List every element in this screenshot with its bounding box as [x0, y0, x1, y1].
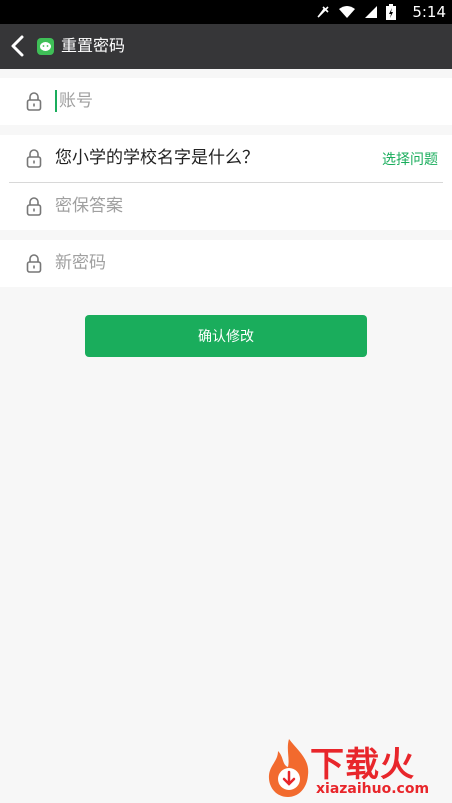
account-input[interactable] [59, 87, 419, 115]
watermark-brand: 下载火 [310, 745, 415, 785]
lock-icon [26, 92, 42, 111]
watermark: 下载火 xiazaihuo.com [264, 737, 450, 801]
flame-logo-icon [268, 739, 309, 797]
answer-row [0, 183, 452, 230]
back-button[interactable] [6, 32, 32, 60]
security-question-text: 您小学的学校名字是什么？ [55, 148, 259, 168]
status-time: 5:14 [412, 3, 446, 21]
page-title: 重置密码 [61, 36, 126, 55]
security-group: 您小学的学校名字是什么？ 选择问题 [0, 135, 452, 230]
chevron-left-icon [11, 35, 24, 57]
account-row [0, 78, 452, 125]
wifi-icon [339, 6, 355, 18]
status-icons [316, 4, 396, 20]
answer-input[interactable] [55, 192, 425, 220]
new-password-row [0, 240, 452, 287]
status-bar: 5:14 [0, 0, 452, 24]
wechat-app-icon [37, 38, 54, 55]
battery-icon [386, 4, 396, 20]
new-password-input[interactable] [55, 249, 425, 277]
lock-icon [26, 197, 42, 216]
account-group [0, 78, 452, 125]
mute-icon [317, 6, 329, 18]
question-row: 您小学的学校名字是什么？ 选择问题 [0, 135, 452, 183]
choose-question-link[interactable]: 选择问题 [382, 149, 438, 169]
lock-icon [26, 149, 42, 168]
text-cursor [55, 90, 57, 112]
title-bar: 重置密码 [0, 24, 452, 69]
signal-icon [365, 6, 377, 18]
lock-icon [26, 254, 42, 273]
watermark-url: xiazaihuo.com [316, 781, 430, 797]
confirm-button[interactable]: 确认修改 [85, 315, 367, 357]
password-group [0, 240, 452, 287]
